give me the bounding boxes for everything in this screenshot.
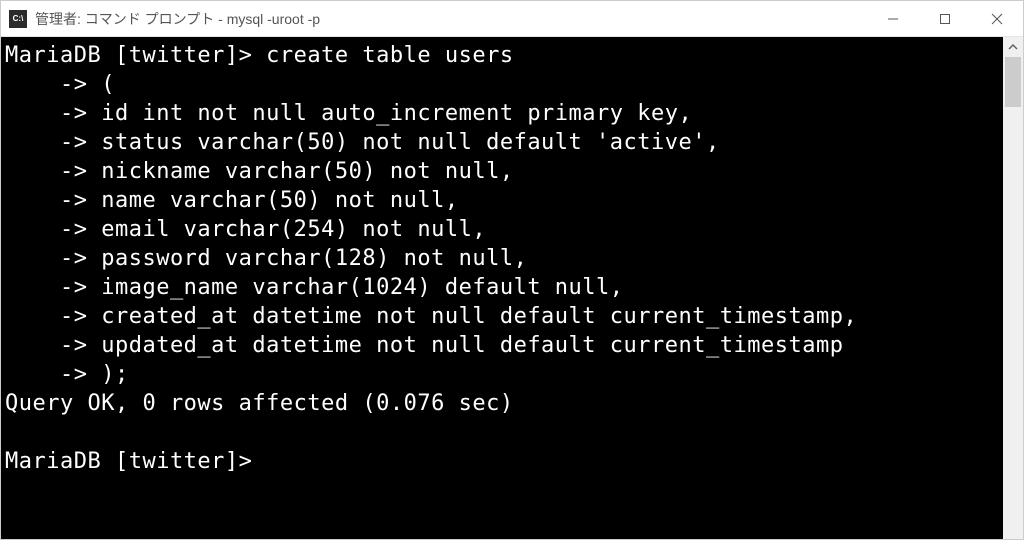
scroll-up-button[interactable] (1003, 37, 1023, 57)
titlebar[interactable]: C:\ 管理者: コマンド プロンプト - mysql -uroot -p (1, 1, 1023, 37)
terminal-wrap: MariaDB [twitter]> create table users ->… (1, 37, 1023, 539)
scrollbar-thumb[interactable] (1005, 57, 1021, 107)
chevron-up-icon (1008, 42, 1018, 52)
maximize-icon (939, 13, 951, 25)
window-controls (867, 1, 1023, 36)
window-title: 管理者: コマンド プロンプト - mysql -uroot -p (35, 9, 867, 29)
vertical-scrollbar[interactable] (1003, 37, 1023, 539)
close-icon (991, 13, 1003, 25)
maximize-button[interactable] (919, 1, 971, 36)
close-button[interactable] (971, 1, 1023, 36)
app-icon: C:\ (9, 10, 27, 28)
minimize-button[interactable] (867, 1, 919, 36)
command-prompt-window: C:\ 管理者: コマンド プロンプト - mysql -uroot -p Ma… (0, 0, 1024, 540)
minimize-icon (887, 13, 899, 25)
terminal-output[interactable]: MariaDB [twitter]> create table users ->… (1, 37, 1003, 539)
